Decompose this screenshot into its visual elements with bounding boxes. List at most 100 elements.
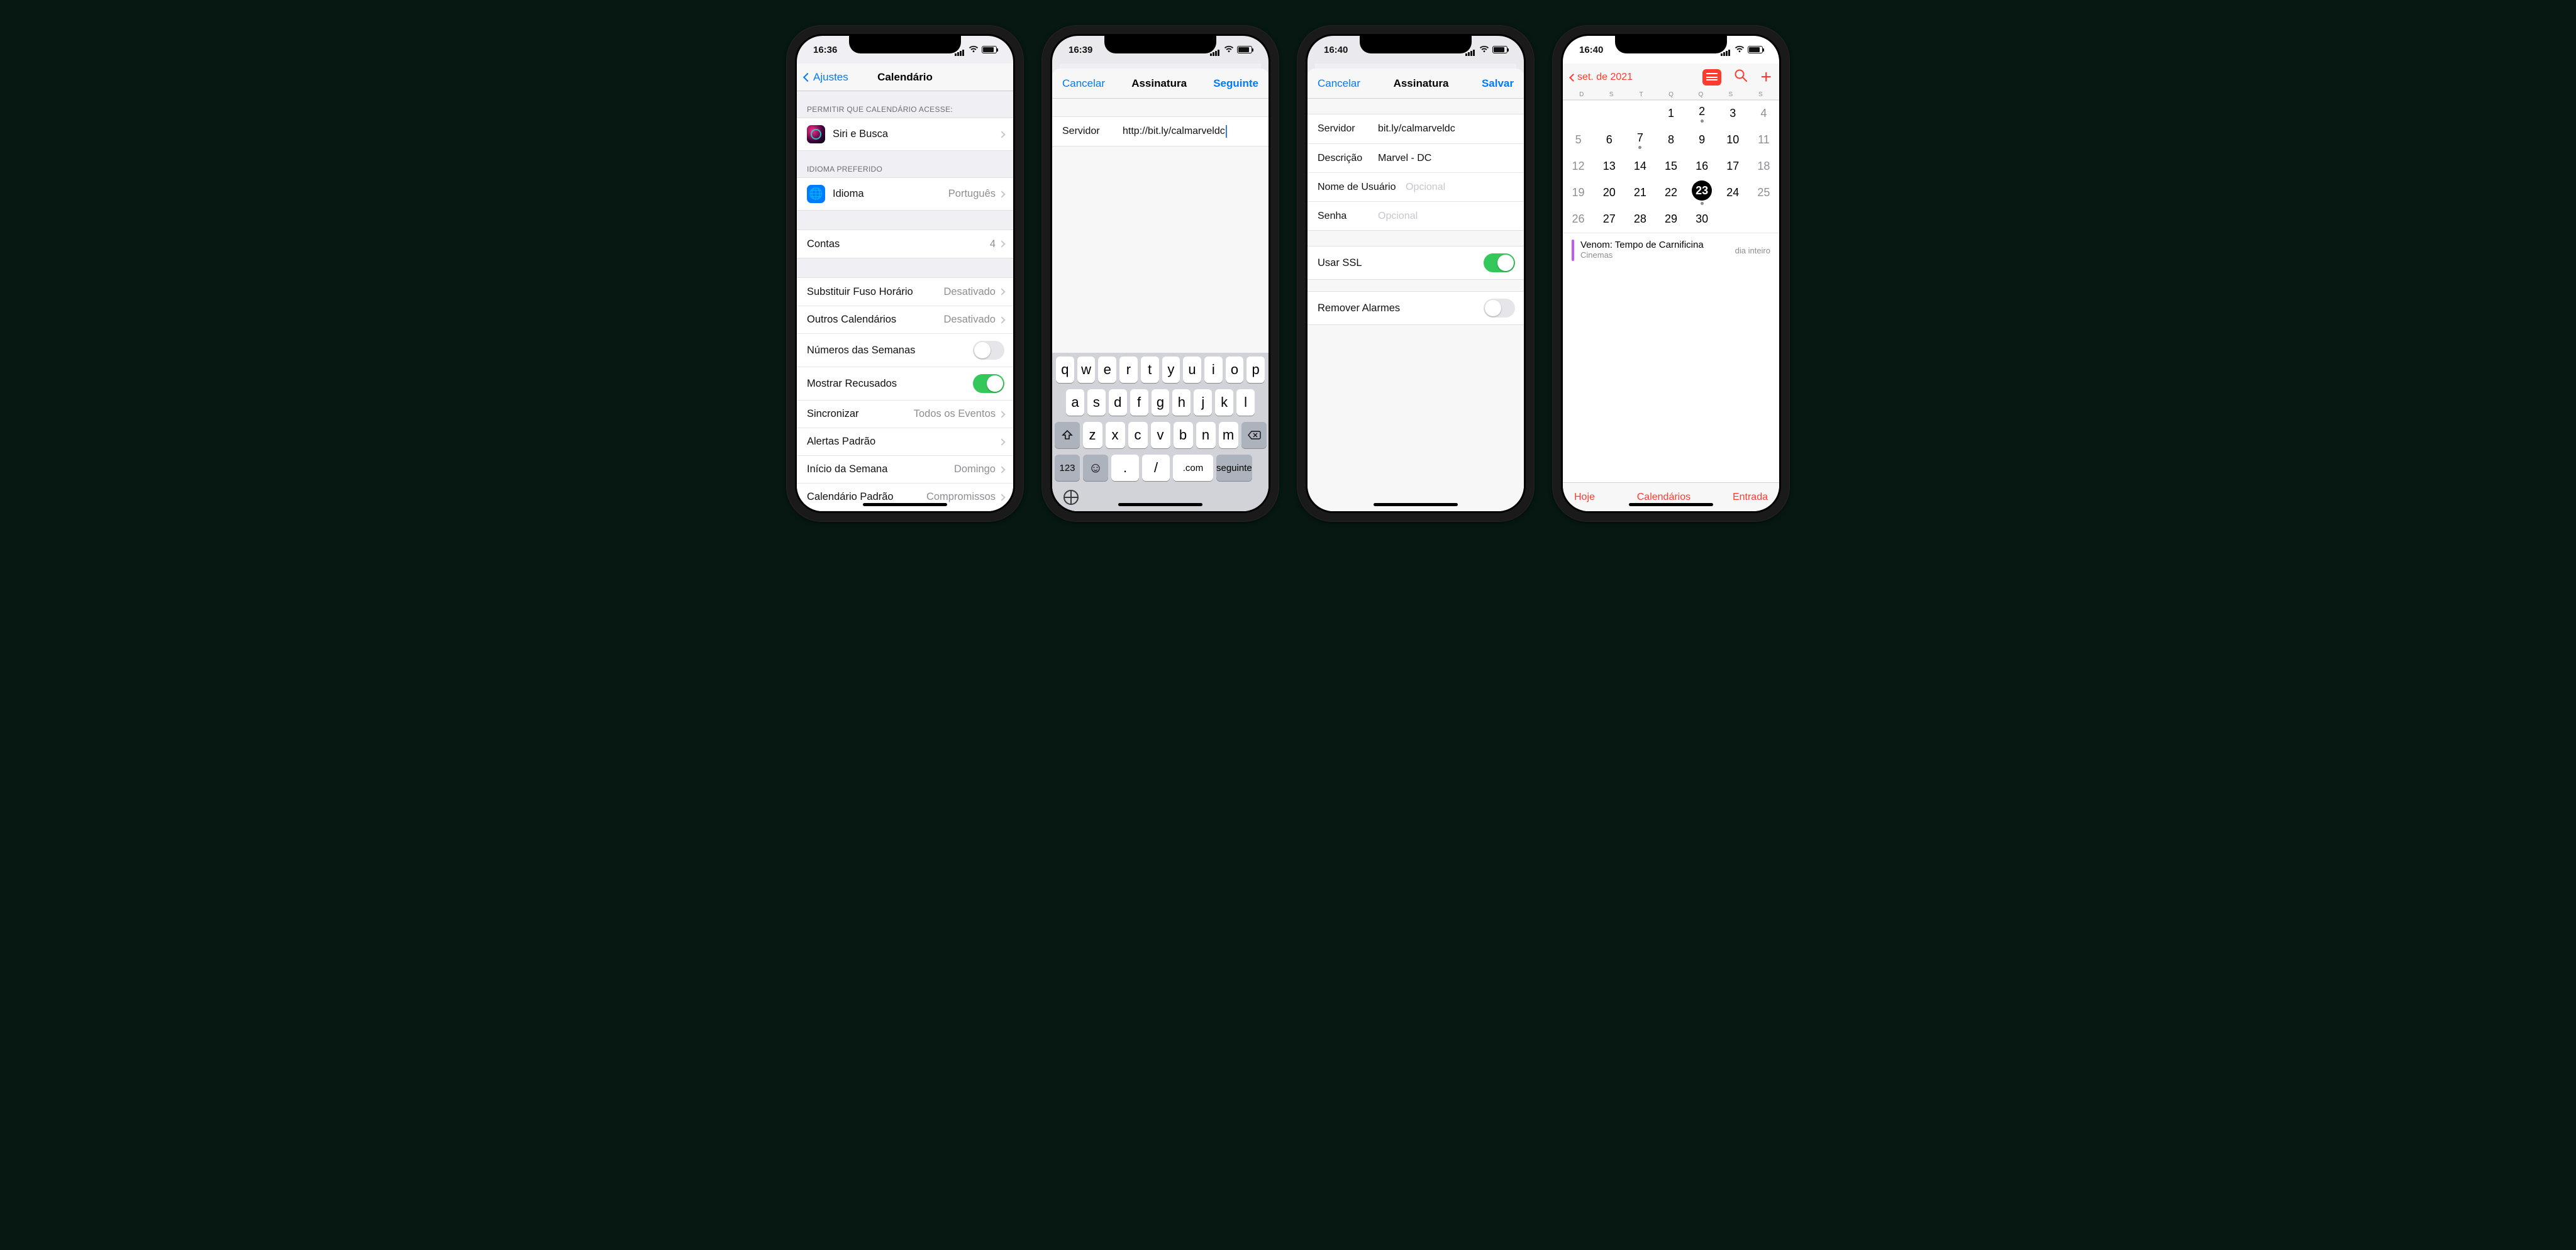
cell-alerts[interactable]: Alertas Padrão bbox=[797, 428, 1013, 455]
day-cell[interactable]: 5 bbox=[1563, 127, 1594, 153]
field-password[interactable]: Senha Opcional bbox=[1307, 201, 1524, 230]
key-u[interactable]: u bbox=[1183, 357, 1201, 383]
key-c[interactable]: c bbox=[1128, 422, 1148, 448]
home-indicator[interactable] bbox=[1629, 503, 1713, 506]
cell-language[interactable]: 🌐Idioma Português bbox=[797, 178, 1013, 210]
day-cell[interactable]: 6 bbox=[1594, 127, 1624, 153]
day-cell[interactable]: 26 bbox=[1563, 206, 1594, 233]
day-cell[interactable]: 17 bbox=[1718, 153, 1748, 180]
field-server[interactable]: Servidor http://bit.ly/calmarveldc bbox=[1052, 117, 1269, 146]
key-g[interactable]: g bbox=[1152, 389, 1170, 416]
field-username[interactable]: Nome de Usuário Opcional bbox=[1307, 172, 1524, 201]
field-server[interactable]: Servidor bit.ly/calmarveldc bbox=[1307, 114, 1524, 143]
key-l[interactable]: l bbox=[1236, 389, 1255, 416]
day-cell[interactable]: 16 bbox=[1687, 153, 1718, 180]
cell-week-start[interactable]: Início da Semana Domingo bbox=[797, 455, 1013, 483]
back-button[interactable]: Ajustes bbox=[804, 64, 848, 91]
settings-content[interactable]: Permitir que Calendário acesse: Siri e B… bbox=[797, 91, 1013, 511]
cell-default-cal[interactable]: Calendário Padrão Compromissos bbox=[797, 483, 1013, 511]
shift-key[interactable] bbox=[1055, 422, 1080, 448]
day-cell[interactable]: 23 bbox=[1687, 180, 1718, 206]
day-cell[interactable]: 3 bbox=[1718, 101, 1748, 127]
day-cell[interactable]: 27 bbox=[1594, 206, 1624, 233]
key-x[interactable]: x bbox=[1106, 422, 1125, 448]
cell-timezone[interactable]: Substituir Fuso Horário Desativado bbox=[797, 278, 1013, 306]
cell-show-declined[interactable]: Mostrar Recusados bbox=[797, 367, 1013, 400]
day-cell[interactable]: 20 bbox=[1594, 180, 1624, 206]
day-cell[interactable]: 15 bbox=[1655, 153, 1686, 180]
day-cell[interactable]: 12 bbox=[1563, 153, 1594, 180]
day-cell[interactable]: 18 bbox=[1748, 153, 1779, 180]
day-cell[interactable]: 29 bbox=[1655, 206, 1686, 233]
cell-siri[interactable]: Siri e Busca bbox=[797, 118, 1013, 150]
day-cell[interactable]: 13 bbox=[1594, 153, 1624, 180]
cell-remove-alarms[interactable]: Remover Alarmes bbox=[1307, 292, 1524, 324]
key-w[interactable]: w bbox=[1077, 357, 1096, 383]
day-cell[interactable]: 21 bbox=[1624, 180, 1655, 206]
day-cell[interactable]: 9 bbox=[1687, 127, 1718, 153]
cell-week-numbers[interactable]: Números das Semanas bbox=[797, 333, 1013, 367]
home-indicator[interactable] bbox=[1118, 503, 1202, 506]
toggle-show-declined[interactable] bbox=[973, 374, 1004, 393]
list-view-button[interactable] bbox=[1702, 69, 1721, 86]
key-v[interactable]: v bbox=[1151, 422, 1170, 448]
calendar-grid[interactable]: 1234567891011121314151617181920212223242… bbox=[1563, 100, 1779, 233]
day-cell[interactable]: 14 bbox=[1624, 153, 1655, 180]
key-q[interactable]: q bbox=[1056, 357, 1074, 383]
cancel-button[interactable]: Cancelar bbox=[1318, 77, 1360, 90]
key-p[interactable]: p bbox=[1246, 357, 1265, 383]
day-cell[interactable]: 25 bbox=[1748, 180, 1779, 206]
key-com[interactable]: .com bbox=[1173, 455, 1213, 481]
server-input[interactable]: http://bit.ly/calmarveldc bbox=[1123, 125, 1258, 138]
key-go[interactable]: seguinte bbox=[1216, 455, 1252, 481]
next-button[interactable]: Seguinte bbox=[1213, 77, 1258, 90]
desc-value[interactable]: Marvel - DC bbox=[1378, 153, 1514, 164]
cell-other-cal[interactable]: Outros Calendários Desativado bbox=[797, 306, 1013, 333]
calendars-button[interactable]: Calendários bbox=[1637, 492, 1690, 503]
day-cell[interactable]: 28 bbox=[1624, 206, 1655, 233]
key-y[interactable]: y bbox=[1162, 357, 1180, 383]
search-icon[interactable] bbox=[1734, 69, 1748, 86]
backspace-key[interactable] bbox=[1241, 422, 1267, 448]
key-s[interactable]: s bbox=[1087, 389, 1106, 416]
key-e[interactable]: e bbox=[1098, 357, 1116, 383]
cancel-button[interactable]: Cancelar bbox=[1062, 77, 1105, 90]
key-h[interactable]: h bbox=[1172, 389, 1191, 416]
day-cell[interactable]: 1 bbox=[1655, 101, 1686, 127]
day-cell[interactable]: 2 bbox=[1687, 101, 1718, 127]
user-value[interactable]: Opcional bbox=[1406, 182, 1514, 193]
day-cell[interactable]: 30 bbox=[1687, 206, 1718, 233]
event-row[interactable]: Venom: Tempo de Carnificina Cinemas dia … bbox=[1563, 233, 1779, 267]
key-t[interactable]: t bbox=[1141, 357, 1159, 383]
cell-accounts[interactable]: Contas 4 bbox=[797, 230, 1013, 258]
toggle-remove-alarms[interactable] bbox=[1484, 299, 1515, 318]
key-f[interactable]: f bbox=[1130, 389, 1148, 416]
key-i[interactable]: i bbox=[1204, 357, 1223, 383]
key-k[interactable]: k bbox=[1215, 389, 1233, 416]
day-cell[interactable]: 19 bbox=[1563, 180, 1594, 206]
pass-value[interactable]: Opcional bbox=[1378, 211, 1514, 222]
key-m[interactable]: m bbox=[1219, 422, 1238, 448]
keyboard[interactable]: qwertyuiop asdfghjkl zxcvbnm 123 ☺ . / .… bbox=[1052, 353, 1269, 511]
day-cell[interactable]: 11 bbox=[1748, 127, 1779, 153]
key-r[interactable]: r bbox=[1119, 357, 1138, 383]
key-z[interactable]: z bbox=[1083, 422, 1102, 448]
server-value[interactable]: bit.ly/calmarveldc bbox=[1378, 123, 1514, 135]
key-slash[interactable]: / bbox=[1142, 455, 1170, 481]
key-n[interactable]: n bbox=[1196, 422, 1216, 448]
key-emoji[interactable]: ☺ bbox=[1083, 455, 1108, 481]
day-cell[interactable]: 4 bbox=[1748, 101, 1779, 127]
key-dot[interactable]: . bbox=[1111, 455, 1139, 481]
day-cell[interactable]: 10 bbox=[1718, 127, 1748, 153]
home-indicator[interactable] bbox=[863, 503, 947, 506]
globe-key[interactable] bbox=[1063, 490, 1079, 505]
month-back-button[interactable]: set. de 2021 bbox=[1570, 72, 1633, 83]
home-indicator[interactable] bbox=[1374, 503, 1458, 506]
cell-use-ssl[interactable]: Usar SSL bbox=[1307, 246, 1524, 279]
day-cell[interactable]: 8 bbox=[1655, 127, 1686, 153]
toggle-week-numbers[interactable] bbox=[973, 341, 1004, 360]
day-cell[interactable]: 22 bbox=[1655, 180, 1686, 206]
key-o[interactable]: o bbox=[1226, 357, 1244, 383]
key-a[interactable]: a bbox=[1066, 389, 1084, 416]
field-description[interactable]: Descrição Marvel - DC bbox=[1307, 143, 1524, 172]
